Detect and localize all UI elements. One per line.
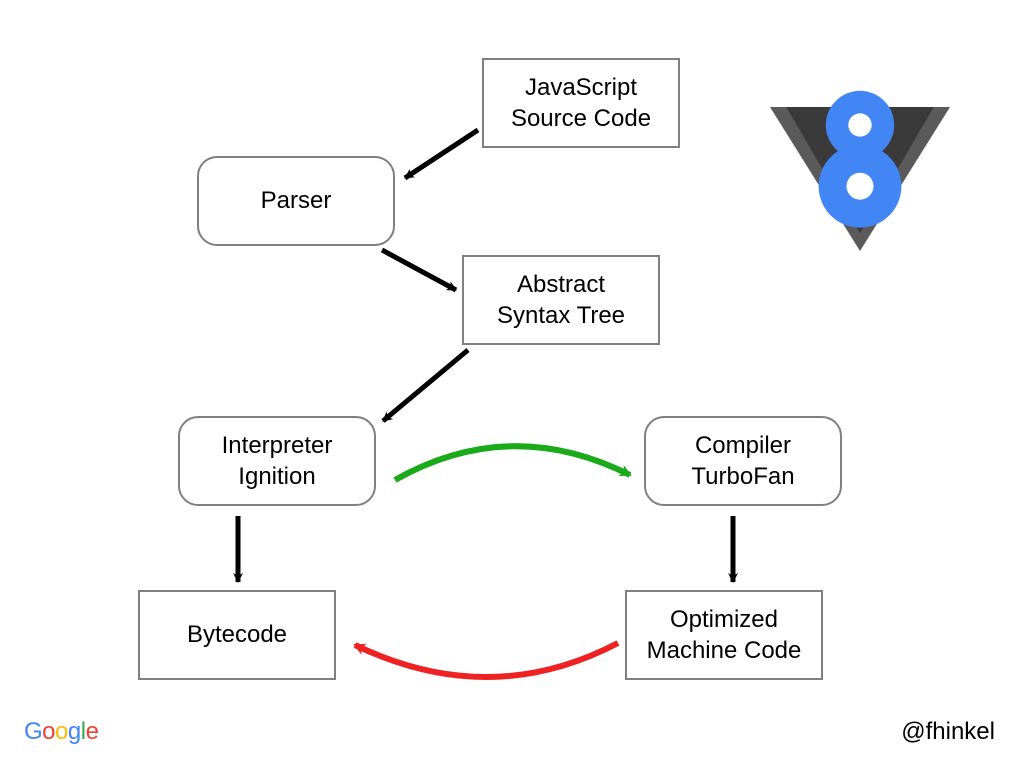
v8-logo-icon [770,80,950,260]
arrow-optimize [395,446,630,480]
google-logo: Google [24,718,98,746]
arrow-deoptimize [355,643,618,677]
arrow-source-to-parser [405,130,478,178]
author-handle: @fhinkel [901,718,995,746]
arrow-parser-to-ast [382,250,456,290]
arrow-ast-to-interpreter [383,350,468,421]
